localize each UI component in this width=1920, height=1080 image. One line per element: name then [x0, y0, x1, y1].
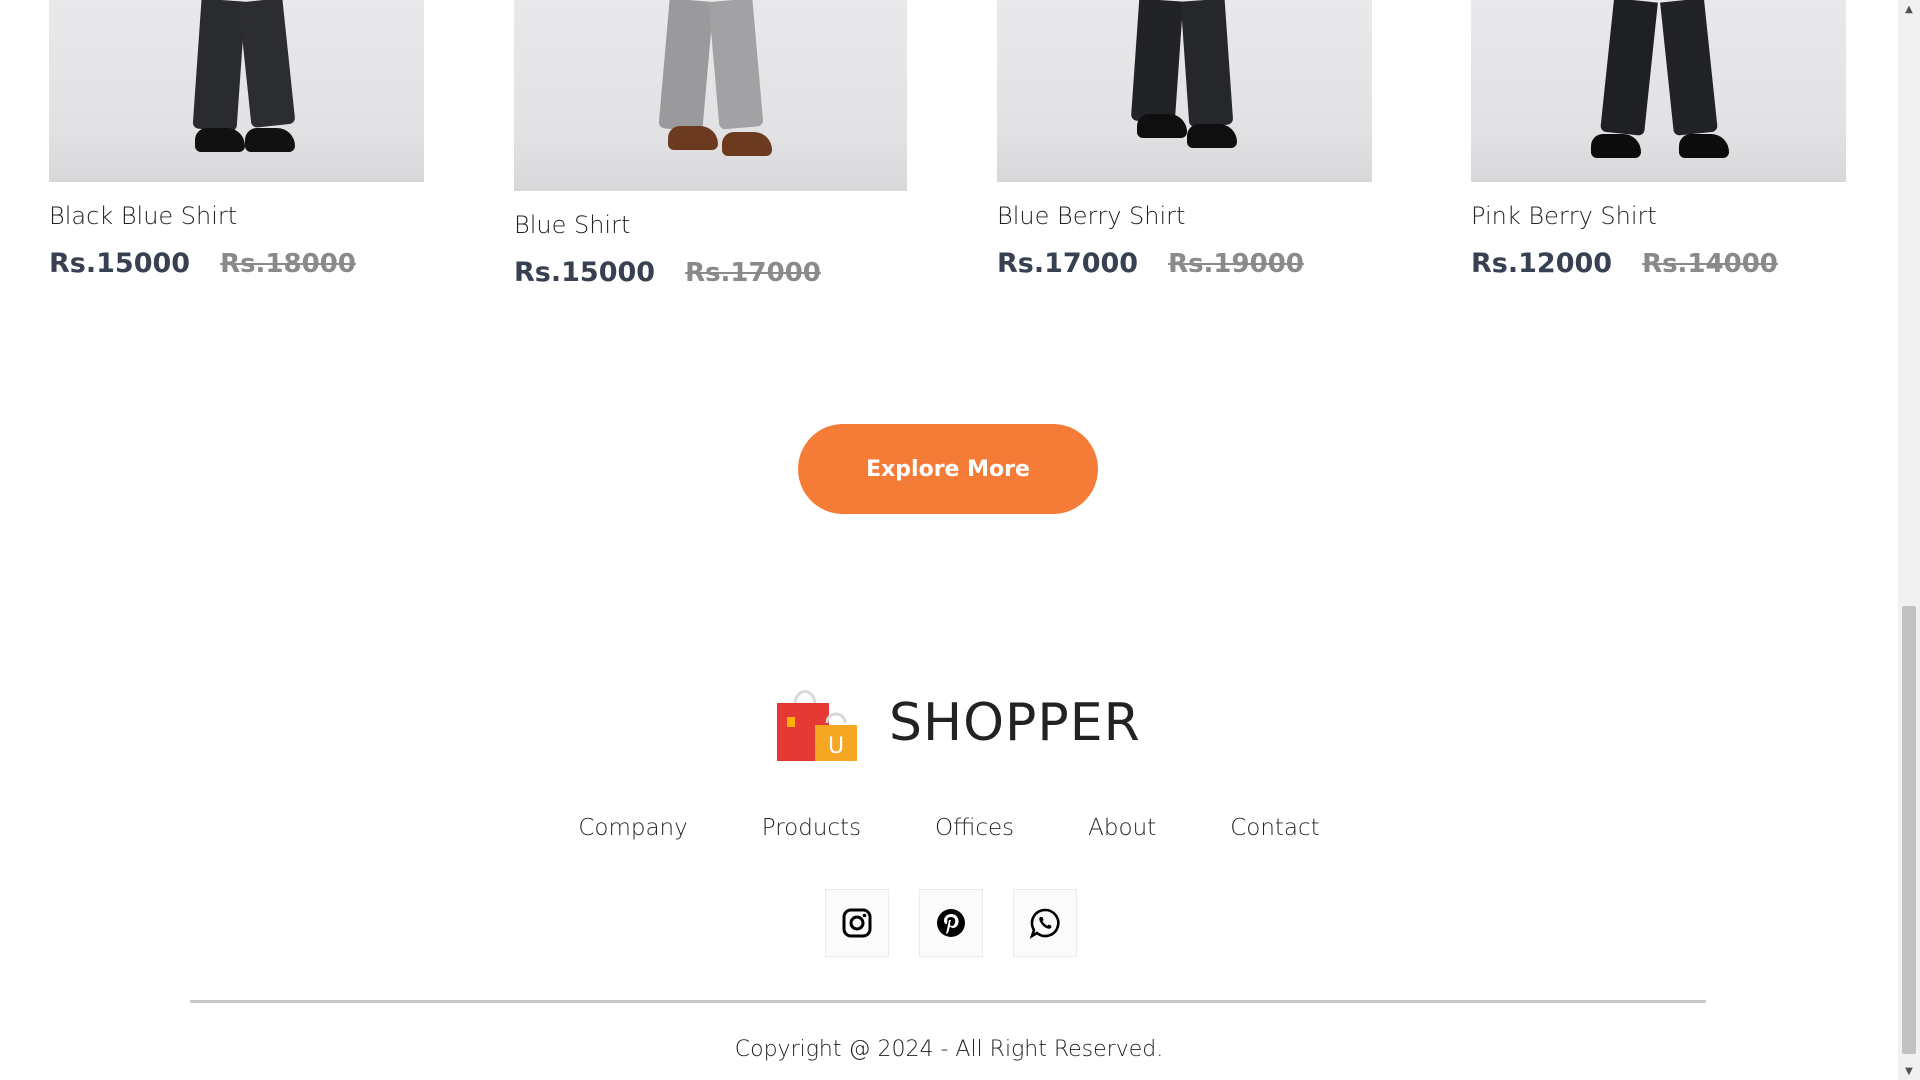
product-image[interactable] [49, 0, 424, 182]
whatsapp-icon [1029, 908, 1060, 939]
product-prices: Rs.12000 Rs.14000 [1471, 248, 1846, 279]
footer-divider [190, 1000, 1706, 1003]
product-new-price: Rs.17000 [997, 248, 1139, 279]
page: Black Blue Shirt Rs.15000 Rs.18000 Blue … [0, 0, 1898, 1080]
copyright-text: Copyright @ 2024 - All Right Reserved. [734, 1037, 1164, 1062]
product-old-price: Rs.14000 [1642, 249, 1778, 279]
product-card[interactable]: Blue Shirt Rs.15000 Rs.17000 [514, 0, 907, 288]
scroll-down-icon[interactable]: ▼ [1898, 1062, 1920, 1080]
pinterest-icon [937, 909, 965, 937]
scroll-thumb[interactable] [1902, 606, 1916, 1054]
product-new-price: Rs.12000 [1471, 248, 1613, 279]
product-old-price: Rs.17000 [685, 258, 821, 288]
footer-links: Company Products Offices About Contact [0, 815, 1898, 841]
footer-link-contact[interactable]: Contact [1193, 815, 1356, 841]
product-image[interactable] [997, 0, 1372, 182]
product-name[interactable]: Blue Shirt [514, 211, 907, 239]
instagram-button[interactable] [825, 889, 889, 957]
social-links [825, 889, 1077, 957]
product-card[interactable]: Pink Berry Shirt Rs.12000 Rs.14000 [1471, 0, 1846, 279]
product-image[interactable] [1471, 0, 1846, 182]
footer-link-company[interactable]: Company [541, 815, 724, 841]
product-old-price: Rs.19000 [1168, 249, 1304, 279]
shopping-bag-icon: U [775, 683, 859, 763]
vertical-scrollbar[interactable]: ▲ ▼ [1898, 0, 1920, 1080]
product-name[interactable]: Black Blue Shirt [49, 202, 424, 230]
whatsapp-button[interactable] [1013, 889, 1077, 957]
footer-link-products[interactable]: Products [725, 815, 898, 841]
product-name[interactable]: Pink Berry Shirt [1471, 202, 1846, 230]
product-card[interactable]: Black Blue Shirt Rs.15000 Rs.18000 [49, 0, 424, 279]
scroll-up-icon[interactable]: ▲ [1898, 0, 1920, 18]
footer-brand[interactable]: U SHOPPER [775, 683, 1141, 763]
product-image[interactable] [514, 0, 907, 191]
brand-title: SHOPPER [889, 693, 1141, 753]
product-prices: Rs.15000 Rs.17000 [514, 257, 907, 288]
product-new-price: Rs.15000 [514, 257, 656, 288]
footer-link-offices[interactable]: Offices [898, 815, 1051, 841]
instagram-icon [842, 908, 872, 938]
product-card[interactable]: Blue Berry Shirt Rs.17000 Rs.19000 [997, 0, 1372, 279]
explore-more-button[interactable]: Explore More [798, 424, 1098, 514]
product-old-price: Rs.18000 [220, 249, 356, 279]
product-prices: Rs.15000 Rs.18000 [49, 248, 424, 279]
bag-letter: U [828, 734, 844, 759]
product-prices: Rs.17000 Rs.19000 [997, 248, 1372, 279]
pinterest-button[interactable] [919, 889, 983, 957]
product-name[interactable]: Blue Berry Shirt [997, 202, 1372, 230]
footer-link-about[interactable]: About [1051, 815, 1193, 841]
product-new-price: Rs.15000 [49, 248, 191, 279]
